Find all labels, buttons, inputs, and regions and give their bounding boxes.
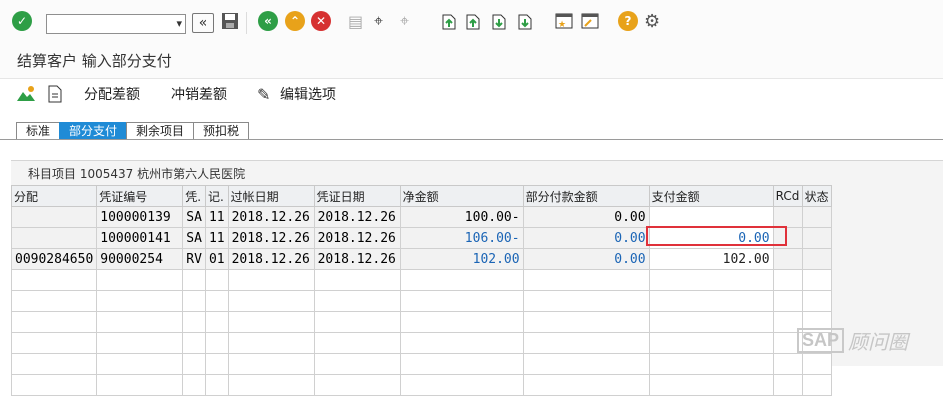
posting-key-cell: 01 [204,248,229,270]
chevron-down-icon[interactable]: ▾ [176,17,182,30]
command-field[interactable]: ▾ [46,14,186,34]
column-header[interactable]: 状态 [801,185,832,207]
document-date-cell: 2018.12.26 [313,227,401,249]
column-header[interactable]: 支付金额 [648,185,774,207]
status-cell [801,248,832,270]
column-header[interactable]: 记. [204,185,229,207]
column-header[interactable]: 凭证日期 [313,185,401,207]
payment-amount-input[interactable] [648,206,774,228]
table-row[interactable]: 100000139 SA 11 2018.12.26 2018.12.26 10… [10,206,832,228]
watermark-text: 顾问圈 [848,329,909,354]
document-number-cell: 100000139 [96,206,184,228]
posting-date-cell: 2018.12.26 [227,227,315,249]
payment-amount-input[interactable]: 102.00 [648,248,774,270]
assignment-cell [10,227,98,249]
last-page-icon[interactable] [516,10,534,32]
table-row[interactable]: 0090284650 90000254 RV 01 2018.12.26 201… [10,248,832,270]
posting-date-cell: 2018.12.26 [227,248,315,270]
reason-code-cell[interactable] [772,206,803,228]
account-items-title: 科目项目 1005437 杭州市第六人民医院 [28,167,246,181]
edit-options-button[interactable]: 编辑选项 [280,84,336,104]
back-icon[interactable]: « [258,10,278,32]
empty-row[interactable] [10,290,832,312]
new-session-icon[interactable]: ★ [554,10,574,32]
document-type-cell: RV [182,248,206,270]
column-header[interactable]: 部分付款金额 [522,185,650,207]
posting-key-cell: 11 [204,227,229,249]
posting-date-cell: 2018.12.26 [227,206,315,228]
document-date-cell: 2018.12.26 [313,248,401,270]
pencil-icon[interactable]: ✎ [257,83,270,105]
empty-row[interactable] [10,269,832,291]
table-header: 分配 凭证编号 凭. 记. 过帐日期 凭证日期 净金额 部分付款金额 支付金额 … [10,185,832,207]
tab-partial-payment[interactable]: 部分支付 [59,122,128,140]
column-header[interactable]: 凭证编号 [96,185,184,207]
distribute-difference-button[interactable]: 分配差额 [84,84,140,104]
column-header[interactable]: 分配 [10,185,98,207]
posting-key-cell: 11 [204,206,229,228]
write-off-difference-button[interactable]: 冲销差额 [171,84,227,104]
net-amount-cell: 102.00 [399,248,524,270]
tab-residual-items[interactable]: 剩余项目 [126,122,195,140]
reason-code-cell[interactable] [772,248,803,270]
exit-icon[interactable]: ⌃ [285,10,305,32]
shortcut-icon[interactable] [580,10,600,32]
document-icon[interactable] [46,83,64,105]
help-icon[interactable]: ? [618,10,638,32]
document-type-cell: SA [182,206,206,228]
partial-payment-cell: 0.00 [522,206,650,228]
assignment-cell: 0090284650 [10,248,98,270]
partial-payment-cell: 0.00 [522,248,650,270]
check-icon[interactable]: ✓ [12,10,32,32]
toolbar-separator [246,12,247,34]
print-icon[interactable]: ▤ [348,10,363,32]
cancel-icon[interactable]: ✕ [311,10,331,32]
highlight-box [646,226,787,246]
empty-row[interactable] [10,311,832,333]
save-icon[interactable] [220,10,240,32]
find-next-icon[interactable]: ⌖ [400,10,409,32]
partial-payment-cell: 0.00 [522,227,650,249]
empty-row[interactable] [10,332,832,354]
next-page-icon[interactable] [490,10,508,32]
first-page-icon[interactable] [440,10,458,32]
back-double-icon[interactable]: « [192,13,214,33]
tab-strip: 标准 部分支付 剩余项目 预扣税 [16,122,250,140]
find-icon[interactable]: ⌖ [374,10,383,32]
column-header[interactable]: 过帐日期 [227,185,315,207]
assignment-cell [10,206,98,228]
tab-withholding-tax[interactable]: 预扣税 [193,122,250,140]
column-header[interactable]: RCd [772,185,803,207]
document-date-cell: 2018.12.26 [313,206,401,228]
watermark-sap: SAP [797,327,845,353]
svg-text:★: ★ [558,20,566,30]
empty-row[interactable] [10,374,832,396]
watermark: SAP 顾问圈 [797,325,908,355]
net-amount-cell: 106.00- [399,227,524,249]
status-cell [801,227,832,249]
tab-standard[interactable]: 标准 [16,122,61,140]
column-header[interactable]: 净金额 [399,185,524,207]
document-number-cell: 100000141 [96,227,184,249]
settings-icon[interactable]: ⚙ [644,10,660,32]
chart-mountain-icon[interactable] [16,83,36,105]
document-number-cell: 90000254 [96,248,184,270]
status-cell [801,206,832,228]
items-table: 分配 凭证编号 凭. 记. 过帐日期 凭证日期 净金额 部分付款金额 支付金额 … [10,185,832,396]
tab-underline [0,139,943,140]
page-title: 结算客户 输入部分支付 [17,52,172,70]
application-toolbar [0,79,943,109]
empty-row[interactable] [10,353,832,375]
column-header[interactable]: 凭. [182,185,206,207]
prev-page-icon[interactable] [464,10,482,32]
net-amount-cell: 100.00- [399,206,524,228]
document-type-cell: SA [182,227,206,249]
